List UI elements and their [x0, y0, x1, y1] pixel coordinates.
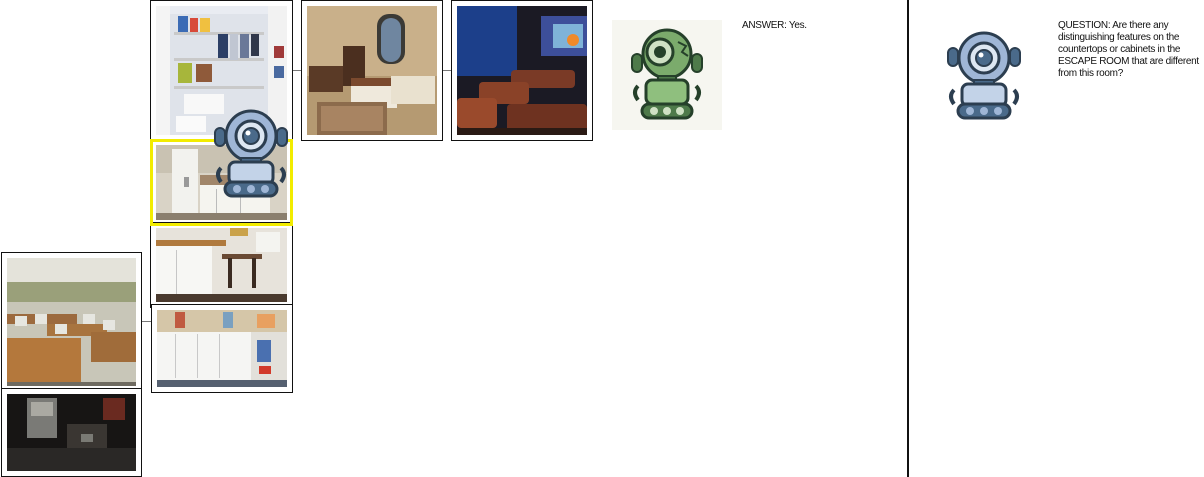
room-tile-kitchen-dining[interactable]: [150, 222, 293, 308]
panel-divider: [907, 0, 909, 477]
room-image-kitchen-dining: [156, 228, 287, 302]
question-text: QUESTION: Are there any distinguishing f…: [1058, 20, 1199, 79]
answer-robot-avatar: [612, 20, 722, 130]
room-tile-office-kitchenette[interactable]: [151, 304, 293, 393]
blue-robot-icon: [211, 108, 291, 198]
room-image-bedroom: [307, 6, 437, 135]
room-tile-computer-lab[interactable]: [1, 252, 142, 392]
room-tile-dark-room[interactable]: [1, 388, 142, 477]
room-image-computer-lab: [7, 258, 136, 386]
room-tile-home-theater[interactable]: [451, 0, 593, 141]
room-image-home-theater: [457, 6, 587, 135]
answer-text: ANSWER: Yes.: [742, 20, 807, 31]
question-robot-avatar: [944, 28, 1024, 123]
room-image-office-kitchenette: [157, 310, 287, 387]
room-tile-bedroom[interactable]: [301, 0, 443, 141]
exploration-map-stage: ANSWER: Yes. QUESTION: Are there any dis…: [0, 0, 1204, 477]
room-image-dark-room: [7, 394, 136, 471]
